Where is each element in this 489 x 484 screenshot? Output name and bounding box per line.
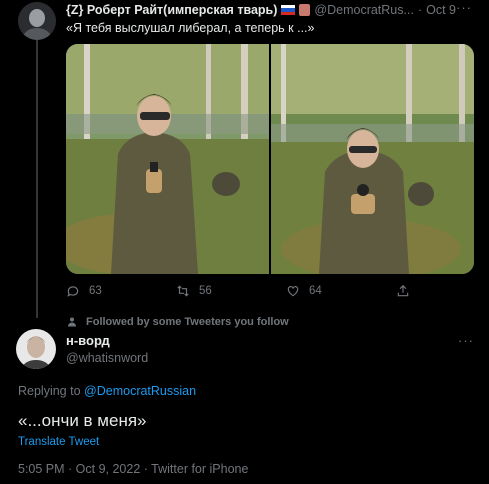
like-action[interactable]: 64 [286,284,322,298]
reply-author-handle[interactable]: @whatisnword [66,351,148,365]
like-count: 64 [309,285,322,297]
retweet-action[interactable]: 56 [176,284,212,298]
share-icon [397,284,409,297]
more-dots-icon[interactable]: ··· [458,333,474,348]
thread-line [36,40,38,318]
more-dots-icon[interactable]: ··· [456,0,472,15]
replying-mention-link[interactable]: @DemocratRussian [84,384,196,398]
original-author-name[interactable]: {Z} Роберт Райт(имперская тварь) [66,3,277,17]
right-photo[interactable] [271,44,474,274]
tweet-media[interactable] [66,44,474,274]
reply-tweet-text: «...ончи в меня» [18,411,147,430]
left-photo[interactable] [66,44,269,274]
russia-flag-icon [281,5,296,15]
reply-icon [67,286,79,297]
replying-prefix: Replying to [18,384,81,398]
original-author-handle[interactable]: @DemocratRus... [314,3,414,17]
reply-timestamp[interactable]: 5:05 PM · Oct 9, 2022 · Twitter for iPho… [18,462,248,476]
heart-icon [287,286,299,297]
share-action[interactable] [396,284,410,298]
avatar-image [18,2,56,40]
reply-action[interactable]: 63 [66,284,102,298]
header-separator: · [417,3,423,17]
original-tweet-text: «Я тебя выслушал либерал, а теперь к ...… [66,21,315,35]
reply-author-avatar[interactable] [16,329,56,369]
original-tweet-date[interactable]: Oct 9 [426,3,456,17]
person-icon [68,317,76,327]
retweet-icon [177,285,189,297]
social-context: Followed by some Tweeters you follow [66,316,289,328]
reply-count: 63 [89,285,102,297]
reply-author-name[interactable]: н-ворд [66,333,110,348]
retweet-count: 56 [199,285,212,297]
tweet-actions: 63 56 64 [66,284,426,302]
original-author-avatar[interactable] [18,2,56,40]
avatar-image [16,329,56,369]
original-tweet-header: {Z} Роберт Райт(имперская тварь) @Democr… [66,3,471,17]
replying-to: Replying to @DemocratRussian [18,384,196,398]
social-context-text: Followed by some Tweeters you follow [86,316,289,328]
emoji-icon [299,4,311,16]
translate-tweet-link[interactable]: Translate Tweet [18,436,99,448]
